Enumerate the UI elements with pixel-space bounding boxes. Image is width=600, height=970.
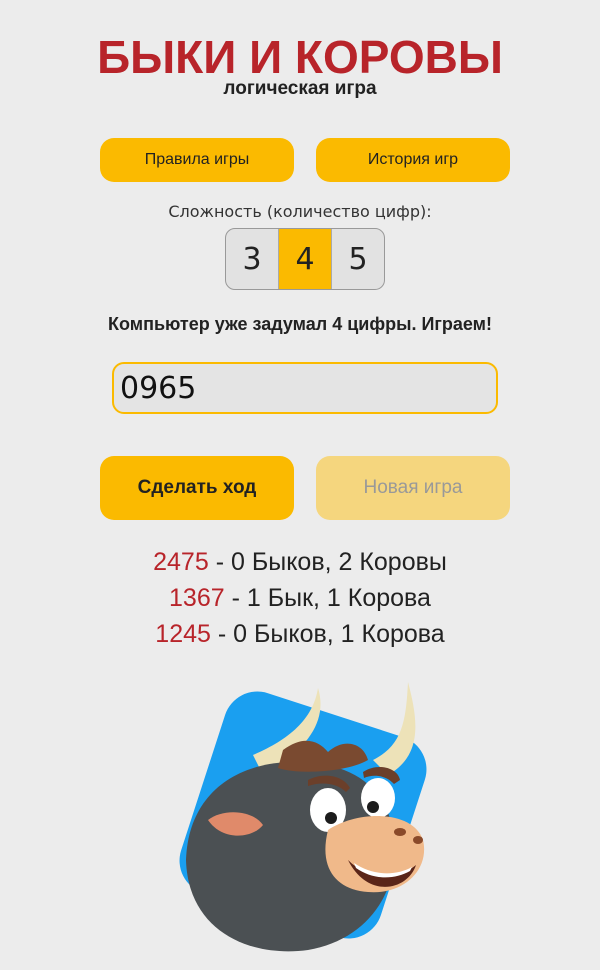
history-row: 2475 - 0 Быков, 2 Коровы — [0, 544, 600, 580]
history-result: - 1 Бык, 1 Корова — [224, 584, 431, 612]
difficulty-option-4[interactable]: 4 — [279, 229, 332, 289]
difficulty-selector: 3 4 5 — [225, 228, 385, 290]
new-game-button[interactable]: Новая игра — [316, 456, 510, 520]
page-title: БЫКИ И КОРОВЫ — [97, 31, 503, 83]
difficulty-option-5[interactable]: 5 — [332, 229, 384, 289]
history-result: - 0 Быков, 1 Корова — [210, 620, 445, 648]
bull-mascot-icon — [179, 682, 427, 952]
history-row: 1367 - 1 Бык, 1 Корова — [0, 580, 600, 616]
rules-button[interactable]: Правила игры — [100, 138, 294, 182]
make-move-button[interactable]: Сделать ход — [100, 456, 294, 520]
history-guess-number: 2475 — [153, 548, 209, 576]
difficulty-label: Сложность (количество цифр): — [168, 202, 432, 221]
difficulty-option-3[interactable]: 3 — [226, 229, 279, 289]
history-guess-number: 1367 — [169, 584, 225, 612]
history-row: 1245 - 0 Быков, 1 Корова — [0, 616, 600, 652]
history-guess-number: 1245 — [155, 620, 211, 648]
history-button[interactable]: История игр — [316, 138, 510, 182]
guess-input[interactable] — [112, 362, 498, 414]
guess-history: 2475 - 0 Быков, 2 Коровы 1367 - 1 Бык, 1… — [0, 544, 600, 652]
status-message: Компьютер уже задумал 4 цифры. Играем! — [108, 314, 492, 334]
history-result: - 0 Быков, 2 Коровы — [208, 548, 447, 576]
page-subtitle: логическая игра — [223, 78, 377, 99]
